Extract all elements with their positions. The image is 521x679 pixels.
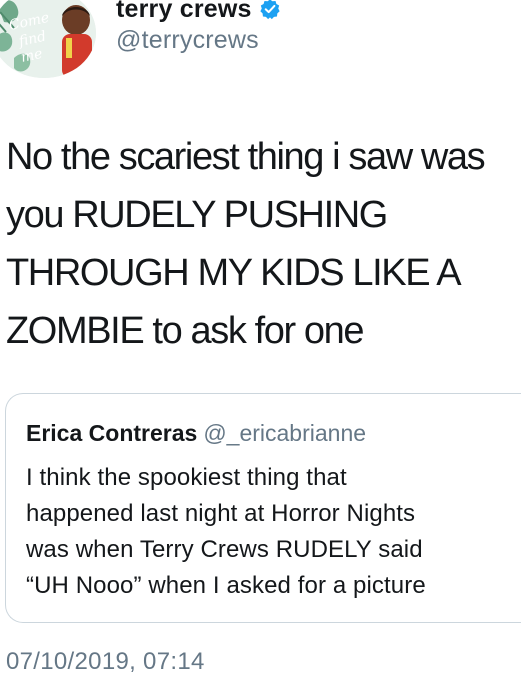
name-row: terry crews	[116, 0, 281, 26]
author-display-name[interactable]: terry crews	[116, 0, 252, 24]
quoted-tweet-card[interactable]: Erica Contreras @_ericabrianne I think th…	[5, 393, 521, 623]
quoted-tweet-header: Erica Contreras @_ericabrianne	[26, 420, 366, 447]
profile-avatar-image: Come find me	[0, 0, 96, 78]
avatar[interactable]: Come find me	[0, 0, 96, 78]
quoted-tweet-text: I think the spookiest thing that happene…	[26, 464, 426, 599]
verified-badge-icon	[260, 0, 280, 20]
tweet-header: Come find me terry crews @terrycrews	[0, 0, 521, 90]
tweet-text: No the scariest thing i saw was you RUDE…	[6, 136, 486, 352]
quoted-author-name: Erica Contreras	[26, 420, 198, 446]
author-handle[interactable]: @terrycrews	[116, 26, 281, 55]
author-info: terry crews @terrycrews	[116, 0, 281, 55]
quoted-author-handle: @_ericabrianne	[203, 420, 367, 446]
tweet-timestamp[interactable]: 07/10/2019, 07:14	[6, 648, 205, 676]
